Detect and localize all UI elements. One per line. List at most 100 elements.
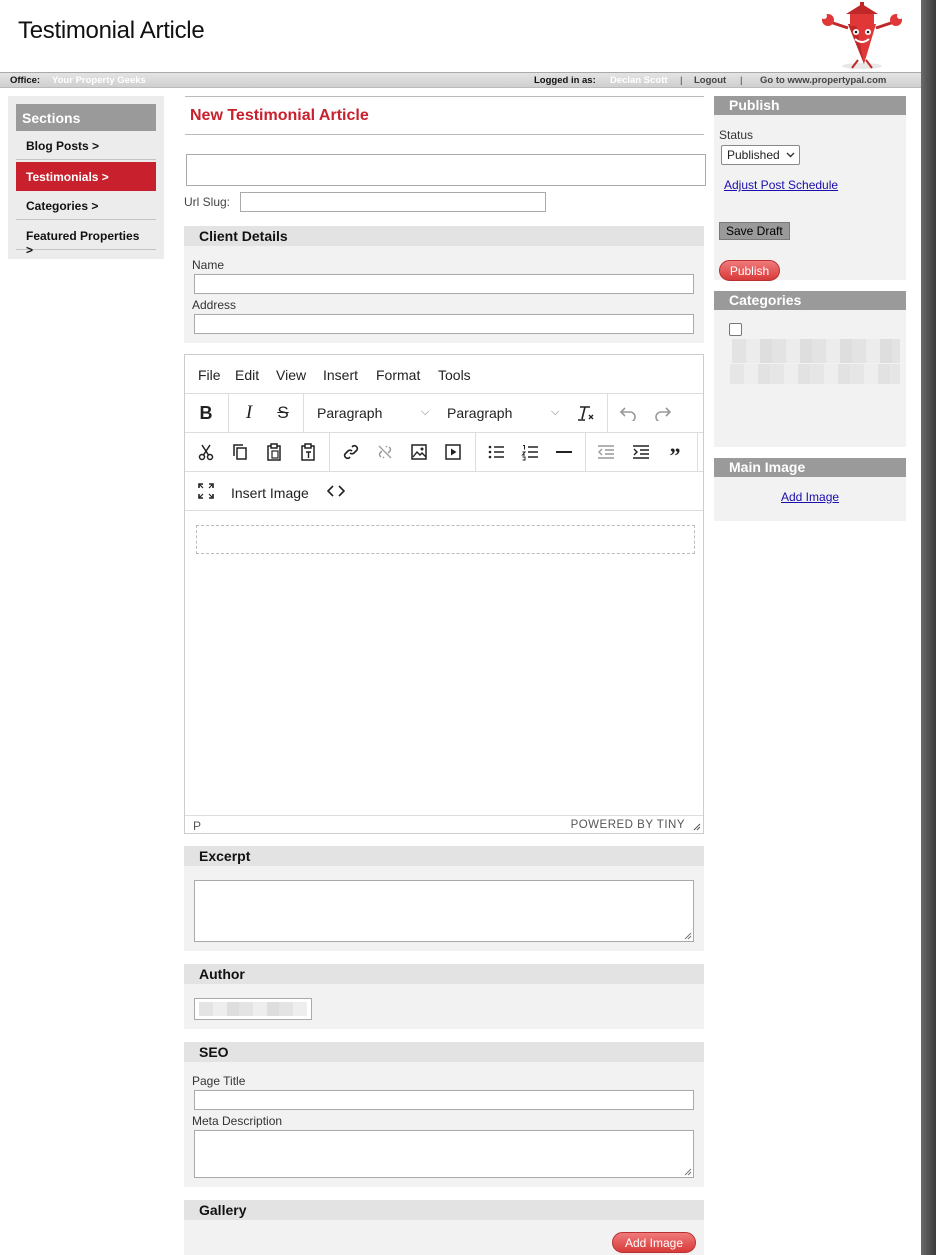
cut-icon[interactable] [191, 437, 221, 467]
sidebar-item-categories[interactable]: Categories > [16, 191, 156, 220]
publish-heading: Publish [714, 96, 906, 115]
chevron-down-icon: ⌵ [551, 406, 560, 418]
paste-as-text-icon[interactable] [293, 437, 323, 467]
link-icon[interactable] [336, 437, 366, 467]
main-image-add-image-link[interactable]: Add Image [781, 490, 839, 504]
bullet-list-icon[interactable] [481, 437, 511, 467]
menu-view[interactable]: View [276, 367, 306, 383]
seo-heading: SEO [184, 1042, 704, 1062]
excerpt-textarea[interactable] [194, 880, 694, 942]
article-title-input[interactable] [186, 154, 706, 186]
paragraph-dropdown[interactable]: Paragraph ⌵ [447, 405, 565, 421]
url-slug-label: Url Slug: [184, 195, 231, 209]
outdent-icon[interactable] [591, 437, 621, 467]
toolbar-row-formatting: B I S Paragraph ⌵ Paragraph ⌵ [185, 394, 703, 433]
image-icon[interactable] [404, 437, 434, 467]
empty-paragraph[interactable] [196, 525, 695, 554]
undo-icon[interactable] [613, 398, 643, 428]
header: Testimonial Article [0, 0, 921, 72]
office-label: Office: [10, 75, 41, 86]
menu-format[interactable]: Format [376, 367, 420, 383]
resize-handle-icon[interactable] [692, 822, 701, 831]
redacted-category-list [732, 339, 900, 363]
toolbar-divider [607, 394, 608, 433]
publish-button[interactable]: Publish [719, 260, 780, 281]
logout-link[interactable]: Logout [694, 75, 726, 86]
chevron-down-icon: ⌵ [421, 406, 430, 418]
save-draft-button[interactable]: Save Draft [719, 222, 790, 240]
bold-icon[interactable]: B [191, 398, 221, 428]
url-slug-input[interactable] [240, 192, 546, 212]
redacted-category-list [730, 364, 900, 384]
toolbar-divider [585, 433, 586, 472]
sidebar-item-testimonials[interactable]: Testimonials > [16, 162, 156, 191]
sections-heading: Sections [16, 104, 156, 131]
menu-edit[interactable]: Edit [235, 367, 259, 383]
status-label: Status [719, 128, 754, 142]
office-name: Your Property Geeks [52, 75, 146, 86]
logged-in-label: Logged in as: [534, 75, 596, 86]
insert-image-button[interactable]: Insert Image [231, 485, 309, 501]
page-title-label: Page Title [192, 1074, 246, 1088]
sidebar-item-featured-properties[interactable]: Featured Properties > [16, 221, 156, 257]
article-heading-text: New Testimonial Article [190, 107, 369, 124]
menu-insert[interactable]: Insert [323, 367, 358, 383]
category-checkbox[interactable] [729, 323, 742, 336]
block-format-value: Paragraph [317, 405, 383, 421]
user-name: Declan Scott [610, 75, 668, 86]
excerpt-panel: Excerpt [184, 846, 704, 951]
toolbar-divider [329, 433, 330, 472]
editor-menubar: File Edit View Insert Format Tools [185, 355, 703, 394]
author-panel: Author [184, 964, 704, 1029]
numbered-list-icon[interactable] [515, 437, 545, 467]
powered-by-tiny[interactable]: POWERED BY TINY [571, 819, 685, 831]
client-address-input[interactable] [194, 314, 694, 334]
seo-page-title-input[interactable] [194, 1090, 694, 1110]
redo-icon[interactable] [648, 398, 678, 428]
indent-icon[interactable] [626, 437, 656, 467]
italic-icon[interactable]: I [234, 398, 264, 428]
client-details-heading: Client Details [184, 226, 704, 246]
meta-description-label: Meta Description [192, 1114, 283, 1128]
strikethrough-icon[interactable]: S [268, 398, 298, 428]
author-select[interactable] [194, 998, 312, 1020]
status-select[interactable]: Published [721, 145, 800, 165]
element-path[interactable]: P [193, 819, 201, 833]
horizontal-line-icon[interactable] [549, 437, 579, 467]
fullscreen-icon[interactable] [191, 476, 221, 506]
meta-description-textarea[interactable] [194, 1130, 694, 1178]
seo-panel: SEO Page Title Meta Description [184, 1042, 704, 1187]
menu-file[interactable]: File [198, 367, 221, 383]
clear-formatting-icon[interactable] [571, 398, 601, 428]
block-format-dropdown[interactable]: Paragraph ⌵ [317, 405, 435, 421]
paste-icon[interactable] [259, 437, 289, 467]
user-info-bar: Office: Your Property Geeks Logged in as… [0, 72, 921, 88]
toolbar-row-misc: Insert Image [185, 472, 703, 511]
address-label: Address [192, 298, 237, 312]
resize-handle-icon[interactable] [684, 932, 692, 940]
source-code-icon[interactable] [321, 476, 351, 506]
paragraph-dropdown-value: Paragraph [447, 405, 513, 421]
toolbar-divider [697, 433, 698, 472]
chevron-down-icon [786, 152, 795, 158]
media-icon[interactable] [438, 437, 468, 467]
client-name-input[interactable] [194, 274, 694, 294]
separator: | [680, 75, 683, 86]
adjust-post-schedule-link[interactable]: Adjust Post Schedule [724, 178, 838, 192]
separator: | [740, 75, 743, 86]
goto-propertypal-link[interactable]: Go to www.propertypal.com [760, 75, 886, 86]
toolbar-divider [228, 394, 229, 433]
resize-handle-icon[interactable] [684, 1168, 692, 1176]
gallery-add-image-button[interactable]: Add Image [612, 1232, 696, 1253]
sidebar-item-blog-posts[interactable]: Blog Posts > [16, 131, 156, 160]
gallery-heading: Gallery [184, 1200, 704, 1220]
window-edge [921, 0, 936, 1255]
copy-icon[interactable] [225, 437, 255, 467]
sections-sidebar: Sections Blog Posts > Testimonials > Cat… [8, 96, 164, 259]
blockquote-icon[interactable]: ” [660, 437, 690, 468]
menu-tools[interactable]: Tools [438, 367, 471, 383]
editor-statusbar: P POWERED BY TINY [185, 815, 703, 834]
name-label: Name [192, 258, 225, 272]
editor-content-area[interactable] [185, 512, 703, 814]
unlink-icon[interactable] [370, 437, 400, 467]
